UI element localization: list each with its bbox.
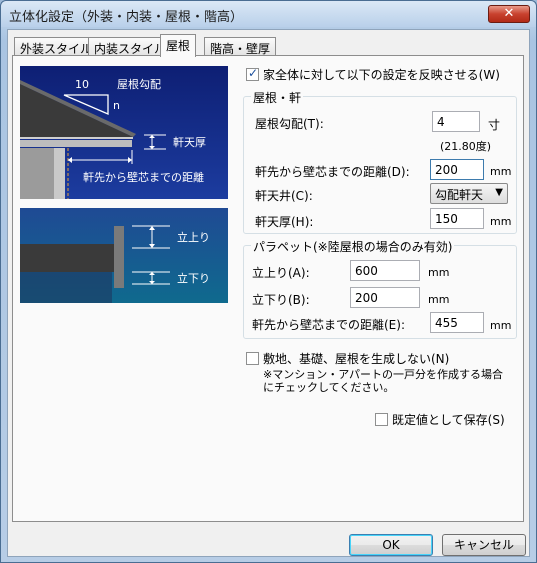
- parapet-drop-label: 立下り: [177, 271, 210, 285]
- roof-eave-diagram: 10 屋根勾配 n 軒天厚 軒先から壁芯までの距離: [20, 66, 228, 199]
- roof-pitch-unit: 寸: [488, 118, 501, 132]
- save-default-checkbox[interactable]: 既定値として保存(S): [375, 411, 505, 428]
- parapet-eave-field-label: 軒先から壁芯までの距離(E):: [252, 318, 405, 332]
- chevron-down-icon: ▼: [495, 187, 503, 198]
- soffit-selected-value: 勾配軒天: [435, 188, 484, 202]
- parapet-drop-input[interactable]: 200: [350, 287, 420, 308]
- apply-all-checkbox[interactable]: ✓ 家全体に対して以下の設定を反映させる(W): [246, 66, 500, 83]
- apply-all-check-box[interactable]: ✓: [246, 66, 259, 81]
- check-mark-icon: ✓: [248, 66, 259, 80]
- apply-all-label: 家全体に対して以下の設定を反映させる(W): [263, 68, 500, 82]
- soffit-field-label: 軒天井(C):: [255, 189, 313, 203]
- eave-distance-label: 軒先から壁芯までの距離: [83, 170, 204, 184]
- parapet-rise-input[interactable]: 600: [350, 260, 420, 281]
- no-foundation-label: 敷地、基礎、屋根を生成しない(N): [263, 352, 450, 366]
- parapet-rise-unit: mm: [428, 266, 450, 279]
- eave-distance-field-label: 軒先から壁芯までの距離(D):: [255, 165, 410, 179]
- tab-floor-height-wall[interactable]: 階高・壁厚: [204, 37, 277, 56]
- save-default-label: 既定値として保存(S): [392, 413, 505, 427]
- dialog-window: 立体化設定（外装・内装・屋根・階高） ✕ 外装スタイル 内装スタイル 屋根 階高…: [0, 0, 537, 563]
- dialog-client: 外装スタイル 内装スタイル 屋根 階高・壁厚 10 屋根勾配 n 軒天厚 軒先か…: [7, 29, 530, 557]
- roof-pitch-field-label: 屋根勾配(T):: [255, 117, 324, 131]
- pitch-ten-label: 10: [75, 78, 89, 91]
- tab-exterior-style[interactable]: 外装スタイル: [14, 37, 99, 56]
- soffit-select[interactable]: 勾配軒天 ▼: [430, 183, 508, 204]
- parapet-group: パラペット(※陸屋根の場合のみ有効) 立上り(A): 600 mm 立下り(B)…: [243, 238, 517, 339]
- parapet-group-title: パラペット(※陸屋根の場合のみ有効): [251, 238, 455, 255]
- pitch-n-label: n: [113, 99, 120, 112]
- no-foundation-checkbox[interactable]: 敷地、基礎、屋根を生成しない(N): [246, 350, 449, 367]
- parapet-rise-field-label: 立上り(A):: [252, 266, 310, 280]
- parapet-eave-unit: mm: [490, 319, 512, 332]
- close-button[interactable]: ✕: [488, 5, 530, 23]
- eave-distance-input[interactable]: 200: [430, 159, 484, 180]
- soffit-thickness-input[interactable]: 150: [430, 208, 484, 229]
- no-foundation-note-2: にチェックしてください。: [263, 381, 395, 394]
- roof-pitch-input[interactable]: 4: [432, 111, 480, 132]
- no-foundation-check-box[interactable]: [246, 352, 259, 365]
- roof-pitch-label: 屋根勾配: [117, 77, 161, 91]
- parapet-drop-unit: mm: [428, 293, 450, 306]
- eave-distance-unit: mm: [490, 165, 512, 178]
- parapet-drop-field-label: 立下り(B):: [252, 293, 310, 307]
- roof-pitch-degrees: (21.80度): [440, 140, 492, 153]
- tab-panel-roof: 10 屋根勾配 n 軒天厚 軒先から壁芯までの距離 立上り 立下り ✓ 家全体に…: [12, 55, 524, 522]
- parapet-rise-label: 立上り: [177, 230, 210, 244]
- window-title: 立体化設定（外装・内装・屋根・階高）: [9, 10, 244, 25]
- parapet-diagram: 立上り 立下り: [20, 208, 228, 303]
- roof-eave-group: 屋根・軒 屋根勾配(T): 4 寸 (21.80度) 軒先から壁芯までの距離(D…: [243, 89, 517, 234]
- no-foundation-note-1: ※マンション・アパートの一戸分を作成する場合: [263, 368, 503, 381]
- save-default-check-box[interactable]: [375, 413, 388, 426]
- tab-roof[interactable]: 屋根: [160, 34, 197, 57]
- soffit-thickness-unit: mm: [490, 215, 512, 228]
- ok-button[interactable]: OK: [349, 534, 433, 556]
- soffit-thickness-field-label: 軒天厚(H):: [255, 215, 314, 229]
- soffit-thickness-label: 軒天厚: [173, 136, 206, 149]
- roof-eave-group-title: 屋根・軒: [251, 89, 304, 106]
- parapet-eave-input[interactable]: 455: [430, 312, 484, 333]
- cancel-button[interactable]: キャンセル: [442, 534, 526, 556]
- title-bar: 立体化設定（外装・内装・屋根・階高） ✕: [1, 1, 536, 27]
